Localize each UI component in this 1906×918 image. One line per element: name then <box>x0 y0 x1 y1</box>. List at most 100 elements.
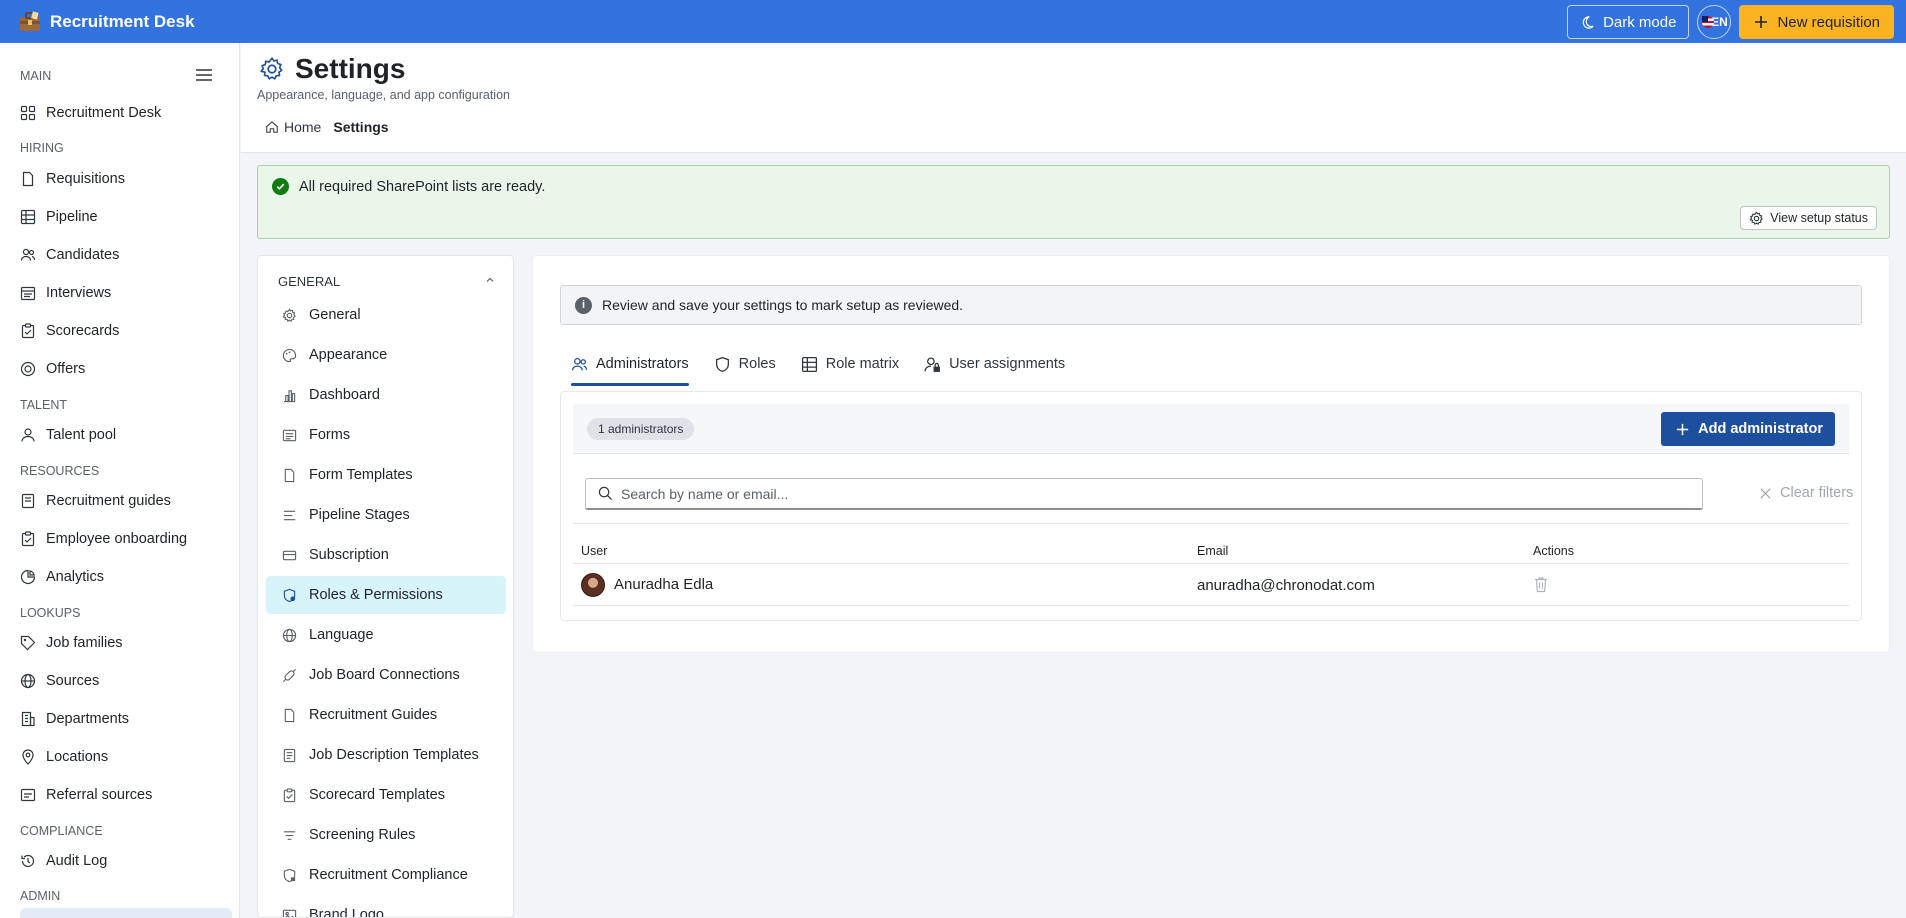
nav-group-compliance: COMPLIANCE <box>20 824 103 838</box>
location-pin-icon <box>22 749 34 765</box>
nav-item-scorecards[interactable]: Scorecards <box>20 320 119 342</box>
building-icon <box>21 711 35 727</box>
new-requisition-button[interactable]: New requisition <box>1739 5 1894 39</box>
table-row[interactable]: Anuradha Edla anuradha@chronodat.com <box>573 564 1849 606</box>
add-administrator-button[interactable]: Add administrator <box>1661 412 1835 446</box>
nav-item-locations[interactable]: Locations <box>20 746 108 768</box>
settings-item-label: Language <box>309 627 374 643</box>
settings-item-recruitment-guides[interactable]: Recruitment Guides <box>266 696 506 734</box>
settings-item-label: Scorecard Templates <box>309 787 445 803</box>
document-icon <box>22 171 34 187</box>
tab-role-matrix[interactable]: Role matrix <box>801 346 899 382</box>
document-icon <box>284 468 295 482</box>
search-icon <box>598 486 613 501</box>
nav-item-label: Talent pool <box>46 427 117 443</box>
nav-item-referral-sources[interactable]: Referral sources <box>20 784 152 806</box>
settings-item-brand-logo[interactable]: Brand Logo <box>266 896 506 917</box>
settings-item-label: Job Board Connections <box>309 667 460 683</box>
close-icon <box>1760 487 1771 499</box>
page-title: Settings <box>295 53 406 84</box>
palette-icon <box>282 348 297 362</box>
settings-item-general[interactable]: General <box>266 296 506 334</box>
settings-item-scorecard-templates[interactable]: Scorecard Templates <box>266 776 506 814</box>
brand[interactable]: Recruitment Desk <box>18 10 195 34</box>
delete-trash-icon[interactable] <box>1533 576 1549 593</box>
nav-item-label: Analytics <box>46 569 105 585</box>
settings-item-form-templates[interactable]: Form Templates <box>266 456 506 494</box>
plus-icon <box>1755 16 1768 28</box>
nav-group-talent: TALENT <box>20 398 67 412</box>
settings-item-language[interactable]: Language <box>266 616 506 654</box>
settings-item-roles-permissions[interactable]: Roles & Permissions <box>266 576 506 614</box>
settings-item-job-description-templates[interactable]: Job Description Templates <box>266 736 506 774</box>
settings-item-forms[interactable]: Forms <box>266 416 506 454</box>
nav-item-settings-active[interactable] <box>20 908 232 918</box>
settings-item-appearance[interactable]: Appearance <box>266 336 506 374</box>
table-icon <box>801 356 817 372</box>
nav-item-recruitment-guides[interactable]: Recruitment guides <box>20 490 171 512</box>
chevron-up-icon[interactable] <box>484 274 496 286</box>
history-icon <box>21 854 35 868</box>
nav-item-label: Recruitment Desk <box>46 105 162 121</box>
nav-item-candidates[interactable]: Candidates <box>20 244 119 266</box>
nav-item-label: Candidates <box>46 247 120 263</box>
info-message-bar: i Review and save your settings to mark … <box>560 285 1862 325</box>
success-check-icon <box>272 178 289 195</box>
table-icon <box>20 209 36 225</box>
nav-item-label: Audit Log <box>46 853 108 869</box>
administrator-count-badge: 1 administrators <box>587 418 695 440</box>
nav-item-employee-onboarding[interactable]: Employee onboarding <box>20 528 187 550</box>
nav-group-admin: ADMIN <box>20 889 61 903</box>
settings-item-dashboard[interactable]: Dashboard <box>266 376 506 414</box>
sidebar: MAIN Recruitment Desk HIRING Requisition… <box>0 43 240 918</box>
new-requisition-label: New requisition <box>1777 13 1880 31</box>
dark-mode-button[interactable]: Dark mode <box>1567 5 1690 39</box>
tab-administrators[interactable]: Administrators <box>571 346 689 386</box>
plus-icon <box>1677 423 1689 435</box>
column-header-user[interactable]: User <box>581 544 607 558</box>
document-lines-icon <box>283 748 296 762</box>
analytics-icon <box>20 569 36 585</box>
view-setup-status-button[interactable]: View setup status <box>1740 206 1877 230</box>
clipboard-check-icon <box>21 323 35 339</box>
settings-item-label: Recruitment Guides <box>309 707 438 723</box>
language-button[interactable]: EN <box>1697 5 1732 39</box>
status-message: All required SharePoint lists are ready. <box>299 178 546 195</box>
shield-icon <box>715 356 729 372</box>
person-icon <box>21 428 35 442</box>
nav-item-label: Sources <box>46 673 100 689</box>
clear-filters-button[interactable]: Clear filters <box>1759 485 1853 501</box>
lines-icon <box>283 510 296 520</box>
nav-item-interviews[interactable]: Interviews <box>20 282 111 304</box>
settings-item-label: General <box>309 307 361 323</box>
settings-item-label: Appearance <box>309 347 388 363</box>
nav-item-recruitment-desk[interactable]: Recruitment Desk <box>20 102 161 124</box>
hamburger-menu-icon[interactable] <box>195 68 213 82</box>
breadcrumb-home[interactable]: Home <box>265 119 321 135</box>
shield-lock-icon <box>283 868 296 882</box>
settings-item-job-board-connections[interactable]: Job Board Connections <box>266 656 506 694</box>
filter-icon <box>283 830 296 840</box>
settings-item-recruitment-compliance[interactable]: Recruitment Compliance <box>266 856 506 894</box>
nav-item-job-families[interactable]: Job families <box>20 632 123 654</box>
search-input[interactable] <box>621 485 1671 502</box>
settings-item-pipeline-stages[interactable]: Pipeline Stages <box>266 496 506 534</box>
nav-item-requisitions[interactable]: Requisitions <box>20 168 125 190</box>
nav-item-talent-pool[interactable]: Talent pool <box>20 424 116 446</box>
tab-user-assignments[interactable]: User assignments <box>924 346 1065 382</box>
breadcrumb-home-label: Home <box>284 119 322 135</box>
column-header-email[interactable]: Email <box>1197 544 1228 558</box>
bar-chart-icon <box>283 389 296 402</box>
settings-item-label: Job Description Templates <box>309 747 479 763</box>
nav-item-audit-log[interactable]: Audit Log <box>20 850 107 872</box>
settings-item-subscription[interactable]: Subscription <box>266 536 506 574</box>
nav-item-offers[interactable]: Offers <box>20 358 85 380</box>
nav-item-pipeline[interactable]: Pipeline <box>20 206 98 228</box>
settings-item-screening-rules[interactable]: Screening Rules <box>266 816 506 854</box>
nav-item-departments[interactable]: Departments <box>20 708 129 730</box>
nav-item-analytics[interactable]: Analytics <box>20 566 104 588</box>
tab-roles[interactable]: Roles <box>714 346 776 382</box>
nav-item-sources[interactable]: Sources <box>20 670 99 692</box>
clear-filters-label: Clear filters <box>1780 485 1854 501</box>
image-icon <box>282 909 297 917</box>
